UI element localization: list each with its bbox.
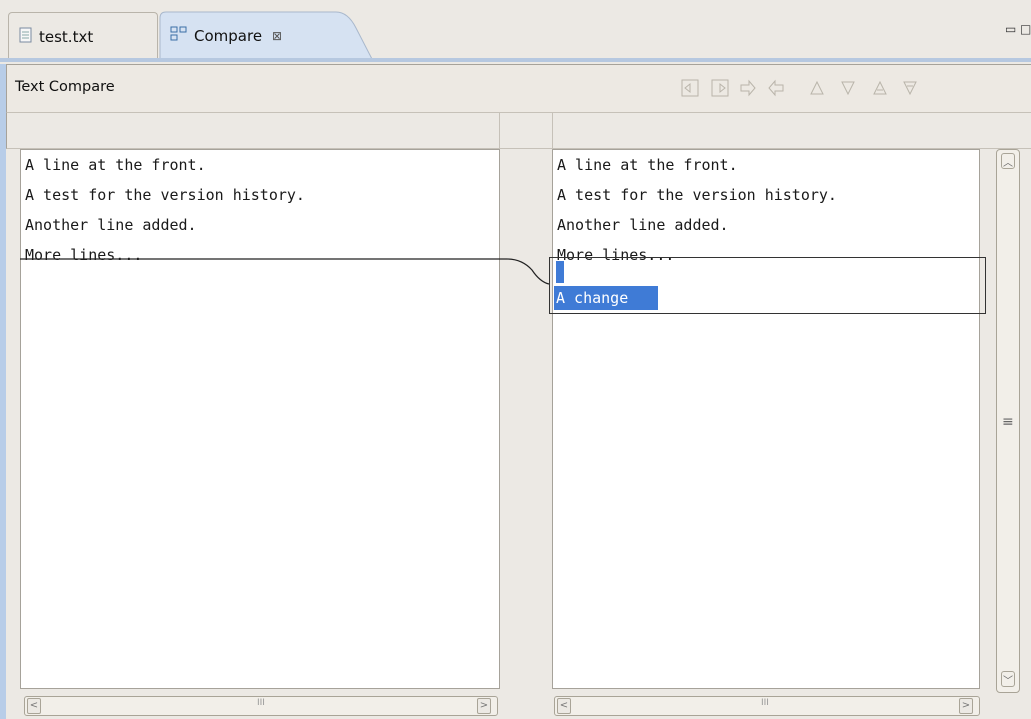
scroll-grip-icon[interactable]: III [761,698,769,708]
scroll-right-icon[interactable]: > [959,698,973,714]
left-horizontal-scrollbar[interactable]: < III > [24,696,498,716]
scroll-up-icon[interactable]: ︿ [1001,153,1015,169]
right-text-pane[interactable]: A line at the front. A test for the vers… [552,149,980,689]
scroll-down-icon[interactable]: ﹀ [1001,671,1015,687]
text-line: A line at the front. [557,156,738,174]
scroll-left-icon[interactable]: < [557,698,571,714]
scroll-grip-icon[interactable]: III [257,698,265,708]
scroll-right-icon[interactable]: > [477,698,491,714]
right-horizontal-scrollbar[interactable]: < III > [554,696,980,716]
text-line: A test for the version history. [557,186,837,204]
scroll-grip-icon[interactable]: ≡ [1002,414,1014,430]
scroll-left-icon[interactable]: < [27,698,41,714]
text-line: Another line added. [557,216,729,234]
difference-box [549,257,986,314]
vertical-scrollbar[interactable]: ︿ ≡ ﹀ [996,149,1020,693]
